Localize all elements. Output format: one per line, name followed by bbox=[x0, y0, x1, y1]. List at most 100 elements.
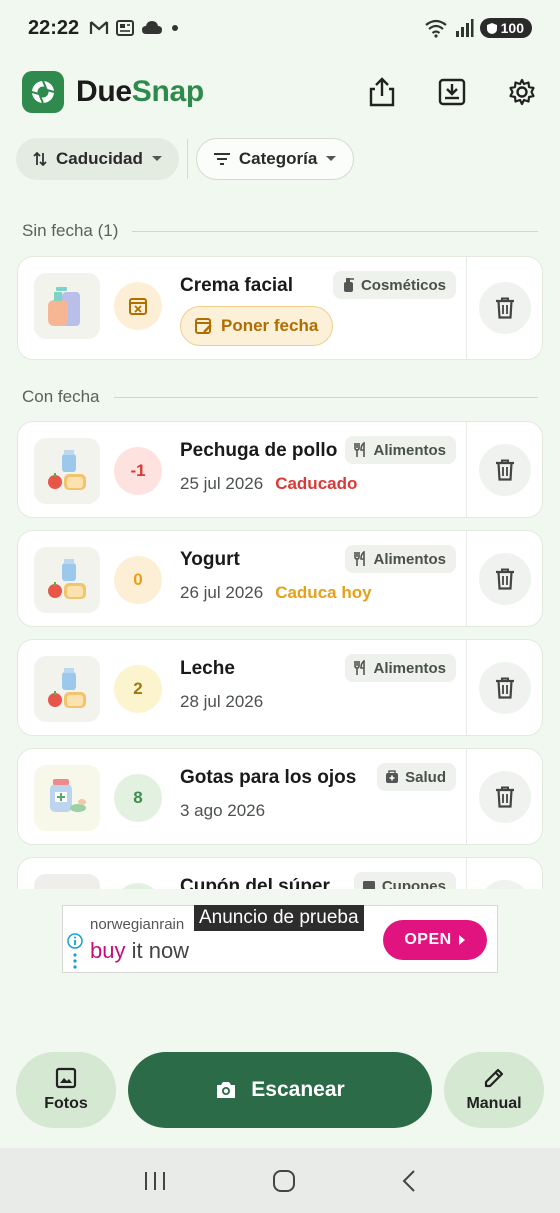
food-thumbnail-icon bbox=[48, 559, 86, 599]
delete-button[interactable] bbox=[478, 443, 531, 496]
category-tag: Cosméticos bbox=[332, 271, 456, 299]
system-icons: 100 bbox=[424, 18, 532, 38]
recent-apps-icon[interactable] bbox=[143, 1170, 167, 1192]
filter-bar: Caducidad Categoría bbox=[16, 138, 355, 180]
expiry-status: Caduca hoy bbox=[275, 583, 372, 602]
item-date: 28 jul 2026 bbox=[180, 692, 264, 711]
food-thumbnail-icon bbox=[48, 450, 86, 490]
delete-button[interactable] bbox=[478, 282, 531, 334]
cosmetics-bottle-icon bbox=[343, 278, 354, 292]
delete-button[interactable] bbox=[478, 770, 531, 823]
item-card-yogurt[interactable]: 0 Yogurt 26 jul 2026 Caduca hoy Alimento… bbox=[17, 530, 543, 627]
scan-button-label: Escanear bbox=[251, 1078, 345, 1101]
days-left-badge: 2 bbox=[114, 665, 162, 713]
scan-button[interactable]: Escanear bbox=[128, 1052, 432, 1128]
trash-icon bbox=[495, 568, 514, 590]
download-box-icon bbox=[438, 78, 466, 106]
category-tag-label: Salud bbox=[405, 768, 446, 786]
ad-headline-rest: it now bbox=[125, 938, 190, 963]
sort-icon bbox=[33, 151, 47, 167]
category-tag-label: Alimentos bbox=[373, 659, 446, 677]
item-date: 25 jul 2026 bbox=[180, 474, 264, 493]
section-with-date: Con fecha bbox=[22, 387, 538, 407]
calendar-x-icon bbox=[129, 298, 147, 315]
chevron-down-icon bbox=[326, 156, 337, 161]
cosmetics-thumbnail-icon bbox=[48, 287, 80, 326]
item-date: 3 ago 2026 bbox=[180, 801, 266, 820]
share-icon bbox=[369, 77, 395, 107]
ad-dots-icon bbox=[73, 953, 77, 969]
app-header: DueSnap bbox=[22, 70, 542, 114]
days-left-badge: -1 bbox=[114, 447, 162, 495]
delete-button[interactable] bbox=[478, 661, 531, 714]
image-icon bbox=[55, 1067, 77, 1089]
info-icon[interactable] bbox=[67, 933, 83, 949]
ad-brand: norwegianrain bbox=[90, 916, 185, 933]
notification-icons bbox=[89, 20, 180, 36]
camera-aperture-icon bbox=[31, 80, 55, 104]
ad-test-label: Anuncio de prueba bbox=[194, 905, 364, 931]
wifi-icon bbox=[424, 19, 447, 38]
section-with-date-label: Con fecha bbox=[22, 387, 100, 406]
set-date-label: Poner fecha bbox=[221, 316, 319, 335]
category-chip[interactable]: Categoría bbox=[195, 138, 355, 180]
item-card-gotas[interactable]: 8 Gotas para los ojos 3 ago 2026 Salud bbox=[17, 748, 543, 845]
trash-icon bbox=[495, 786, 514, 808]
gmail-icon bbox=[90, 21, 109, 34]
fork-knife-icon bbox=[354, 551, 366, 566]
trash-icon bbox=[495, 677, 514, 699]
sort-chip-label: Caducidad bbox=[56, 149, 143, 168]
item-card-pechuga[interactable]: -1 Pechuga de pollo 25 jul 2026 Caducado… bbox=[17, 421, 543, 518]
set-date-button[interactable]: Poner fecha bbox=[180, 306, 334, 346]
home-icon[interactable] bbox=[272, 1169, 296, 1193]
ad-banner[interactable]: norwegianrain buy it now Anuncio de prue… bbox=[62, 905, 498, 973]
sort-chip[interactable]: Caducidad bbox=[16, 138, 179, 180]
cosmetics-image bbox=[34, 273, 100, 339]
manual-button-label: Manual bbox=[466, 1095, 522, 1112]
delete-button[interactable] bbox=[478, 552, 531, 605]
fork-knife-icon bbox=[354, 660, 366, 675]
food-image bbox=[34, 656, 100, 722]
import-button[interactable] bbox=[432, 72, 472, 112]
battery-level: 100 bbox=[500, 20, 524, 36]
signal-icon bbox=[455, 19, 474, 37]
gear-icon bbox=[509, 78, 535, 106]
item-card-leche[interactable]: 2 Leche 28 jul 2026 Alimentos bbox=[17, 639, 543, 736]
photos-button[interactable]: Fotos bbox=[16, 1052, 116, 1128]
settings-button[interactable] bbox=[502, 72, 542, 112]
health-image bbox=[34, 765, 100, 831]
app-logo bbox=[22, 71, 64, 113]
medical-kit-icon bbox=[386, 770, 399, 783]
app-title-part1: Due bbox=[76, 75, 132, 108]
item-card-crema-facial[interactable]: Crema facial Poner fecha Cosméticos bbox=[17, 256, 543, 360]
category-tag: Alimentos bbox=[345, 654, 456, 682]
food-thumbnail-icon bbox=[48, 668, 86, 708]
filter-icon bbox=[213, 153, 230, 165]
manual-button[interactable]: Manual bbox=[444, 1052, 544, 1128]
cloud-icon bbox=[142, 21, 163, 34]
ad-headline-highlight: buy bbox=[90, 938, 126, 963]
days-left-badge: 8 bbox=[114, 774, 162, 822]
dot-icon bbox=[172, 25, 179, 31]
category-tag: Salud bbox=[377, 763, 456, 791]
trash-icon bbox=[495, 459, 514, 481]
photos-button-label: Fotos bbox=[44, 1095, 88, 1112]
app-title: DueSnap bbox=[76, 75, 204, 109]
header-actions bbox=[362, 72, 542, 112]
category-chip-label: Categoría bbox=[238, 149, 318, 168]
status-bar: 22:22 100 bbox=[0, 0, 560, 56]
ad-open-label: OPEN bbox=[404, 931, 452, 948]
calendar-edit-icon bbox=[195, 318, 212, 334]
section-no-date-label: Sin fecha (1) bbox=[22, 221, 119, 240]
pencil-icon bbox=[484, 1068, 504, 1088]
category-tag: Alimentos bbox=[345, 436, 456, 464]
back-icon[interactable] bbox=[401, 1169, 417, 1193]
share-button[interactable] bbox=[362, 72, 402, 112]
category-tag-label: Alimentos bbox=[373, 550, 446, 568]
news-icon bbox=[116, 20, 135, 36]
category-tag-label: Cosméticos bbox=[360, 276, 446, 294]
no-date-badge bbox=[114, 282, 162, 330]
category-tag-label: Alimentos bbox=[373, 441, 446, 459]
days-left-badge: 0 bbox=[114, 556, 162, 604]
ad-open-button[interactable]: OPEN bbox=[383, 920, 487, 960]
